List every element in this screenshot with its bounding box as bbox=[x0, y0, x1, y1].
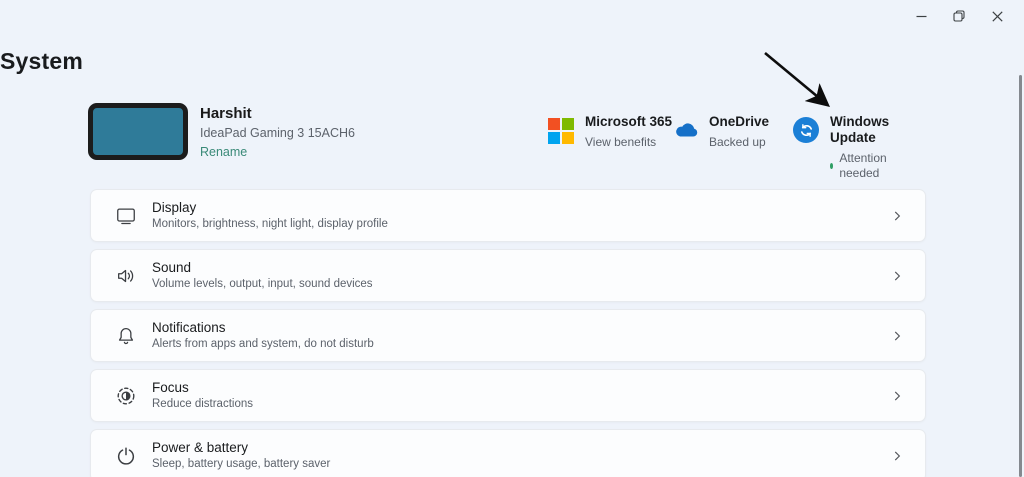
tile-text: OneDrive Backed up bbox=[709, 114, 769, 150]
card-text: Display Monitors, brightness, night ligh… bbox=[152, 199, 388, 231]
profile-device-model: IdeaPad Gaming 3 15ACH6 bbox=[200, 126, 355, 140]
device-thumbnail bbox=[88, 103, 188, 160]
scrollbar-thumb[interactable] bbox=[1019, 75, 1022, 477]
settings-card-display[interactable]: Display Monitors, brightness, night ligh… bbox=[90, 189, 926, 242]
card-text: Power & battery Sleep, battery usage, ba… bbox=[152, 439, 331, 471]
settings-card-focus[interactable]: Focus Reduce distractions bbox=[90, 369, 926, 422]
tile-windows-update[interactable]: Windows Update Attention needed bbox=[793, 114, 889, 180]
display-icon bbox=[114, 204, 138, 228]
tile-title: OneDrive bbox=[709, 114, 770, 129]
window-controls bbox=[902, 0, 1016, 32]
rename-link[interactable]: Rename bbox=[200, 145, 355, 159]
chevron-right-icon bbox=[890, 449, 904, 463]
card-text: Notifications Alerts from apps and syste… bbox=[152, 319, 374, 351]
chevron-right-icon bbox=[890, 389, 904, 403]
card-subtitle: Sleep, battery usage, battery saver bbox=[152, 458, 331, 470]
close-icon bbox=[991, 10, 1003, 22]
chevron-right-icon bbox=[890, 329, 904, 343]
tile-text: Microsoft 365 View benefits bbox=[585, 114, 672, 150]
profile-info: Harshit IdeaPad Gaming 3 15ACH6 Rename bbox=[200, 106, 355, 158]
titlebar bbox=[0, 0, 1024, 32]
tile-title: Windows Update bbox=[830, 114, 890, 146]
restore-icon bbox=[953, 10, 965, 22]
card-subtitle: Reduce distractions bbox=[152, 398, 253, 410]
chevron-right-icon bbox=[890, 209, 904, 223]
power-icon bbox=[114, 444, 138, 468]
card-title: Display bbox=[152, 199, 197, 215]
tile-subtitle: View benefits bbox=[585, 135, 657, 150]
tile-subtitle: Attention needed bbox=[830, 151, 889, 180]
card-subtitle: Monitors, brightness, night light, displ… bbox=[152, 218, 388, 230]
notifications-icon bbox=[114, 324, 138, 348]
card-title: Power & battery bbox=[152, 439, 249, 455]
tile-onedrive[interactable]: OneDrive Backed up bbox=[672, 114, 769, 150]
tile-subtitle: Backed up bbox=[709, 135, 766, 150]
page-title: System bbox=[0, 48, 84, 74]
card-subtitle: Alerts from apps and system, do not dist… bbox=[152, 338, 374, 350]
restore-button[interactable] bbox=[940, 1, 978, 31]
card-subtitle: Volume levels, output, input, sound devi… bbox=[152, 278, 373, 290]
card-title: Focus bbox=[152, 379, 189, 395]
microsoft-logo-icon bbox=[548, 117, 575, 144]
minimize-icon bbox=[916, 11, 927, 22]
attention-status-dot bbox=[830, 162, 834, 169]
tile-text: Windows Update Attention needed bbox=[830, 114, 889, 180]
sound-icon bbox=[114, 264, 138, 288]
tile-title: Microsoft 365 bbox=[585, 114, 673, 129]
card-text: Focus Reduce distractions bbox=[152, 379, 253, 411]
card-text: Sound Volume levels, output, input, soun… bbox=[152, 259, 373, 291]
chevron-right-icon bbox=[890, 269, 904, 283]
tile-subtitle-text: Attention needed bbox=[839, 151, 887, 180]
settings-card-sound[interactable]: Sound Volume levels, output, input, soun… bbox=[90, 249, 926, 302]
settings-card-power-battery[interactable]: Power & battery Sleep, battery usage, ba… bbox=[90, 429, 926, 477]
tile-microsoft-365[interactable]: Microsoft 365 View benefits bbox=[548, 114, 672, 150]
close-button[interactable] bbox=[978, 1, 1016, 31]
windows-update-icon bbox=[793, 117, 820, 144]
focus-icon bbox=[114, 384, 138, 408]
card-title: Notifications bbox=[152, 319, 226, 335]
profile-header: Harshit IdeaPad Gaming 3 15ACH6 Rename M… bbox=[0, 102, 889, 180]
card-title: Sound bbox=[152, 259, 192, 275]
profile-name: Harshit bbox=[200, 105, 252, 122]
scrollbar-track bbox=[1019, 75, 1022, 477]
settings-card-notifications[interactable]: Notifications Alerts from apps and syste… bbox=[90, 309, 926, 362]
minimize-button[interactable] bbox=[902, 1, 940, 31]
onedrive-cloud-icon bbox=[672, 117, 699, 144]
